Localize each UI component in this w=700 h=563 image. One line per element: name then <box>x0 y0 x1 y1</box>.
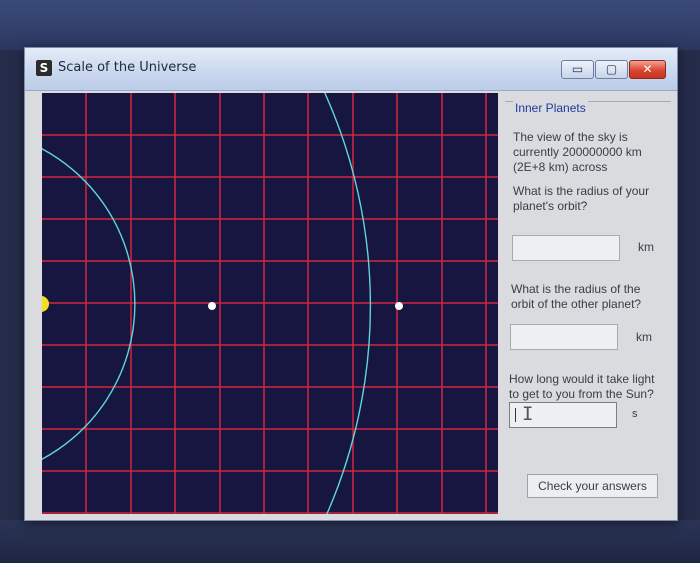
text-caret <box>515 408 516 422</box>
sky-view-description-line3: (2E+8 km) across <box>513 160 608 174</box>
sky-view-canvas[interactable] <box>42 93 498 514</box>
sky-view-description-line2: currently 200000000 km <box>513 145 642 159</box>
question-panel: Inner Planets The view of the sky is cur… <box>503 93 673 514</box>
light-travel-time-unit: s <box>632 408 638 420</box>
inner-planets-group: Inner Planets The view of the sky is cur… <box>505 101 671 511</box>
close-icon: ✕ <box>642 62 653 76</box>
question-2-line2: orbit of the other planet? <box>511 297 642 311</box>
ibeam-cursor-icon: I <box>522 403 534 425</box>
inner-planet-dot <box>208 302 216 310</box>
question-1-line1: What is the radius of your <box>513 184 650 198</box>
minimize-icon: ▭ <box>571 62 584 76</box>
other-orbit-radius-input[interactable] <box>510 324 618 350</box>
check-answers-button[interactable]: Check your answers <box>527 474 658 498</box>
sky-view-description-line1: The view of the sky is <box>513 130 628 144</box>
question-2-line1: What is the radius of the <box>511 282 641 296</box>
background-top <box>0 0 700 50</box>
orbit-radius-input[interactable] <box>512 235 620 261</box>
orbit-radius-unit: km <box>638 240 654 254</box>
minimize-button[interactable]: ▭ <box>561 60 594 79</box>
background-bottom <box>0 520 700 563</box>
light-travel-time-input[interactable]: I <box>509 402 617 428</box>
question-3-line2: to get to you from the Sun? <box>509 387 654 401</box>
sky-view-svg <box>42 93 498 514</box>
maximize-button[interactable]: ▢ <box>595 60 628 79</box>
group-label: Inner Planets <box>513 101 588 115</box>
app-window: S Scale of the Universe ▭ ▢ ✕ Inner Plan… <box>24 47 678 521</box>
maximize-icon: ▢ <box>605 62 618 76</box>
question-3-line1: How long would it take light <box>509 372 655 386</box>
question-1-line2: planet's orbit? <box>513 199 588 213</box>
other-orbit-radius-unit: km <box>636 330 652 344</box>
window-title: Scale of the Universe <box>58 60 197 75</box>
close-button[interactable]: ✕ <box>629 60 666 79</box>
outer-planet-dot <box>395 302 403 310</box>
title-bar[interactable]: S Scale of the Universe ▭ ▢ ✕ <box>25 48 677 91</box>
app-icon: S <box>36 60 52 76</box>
